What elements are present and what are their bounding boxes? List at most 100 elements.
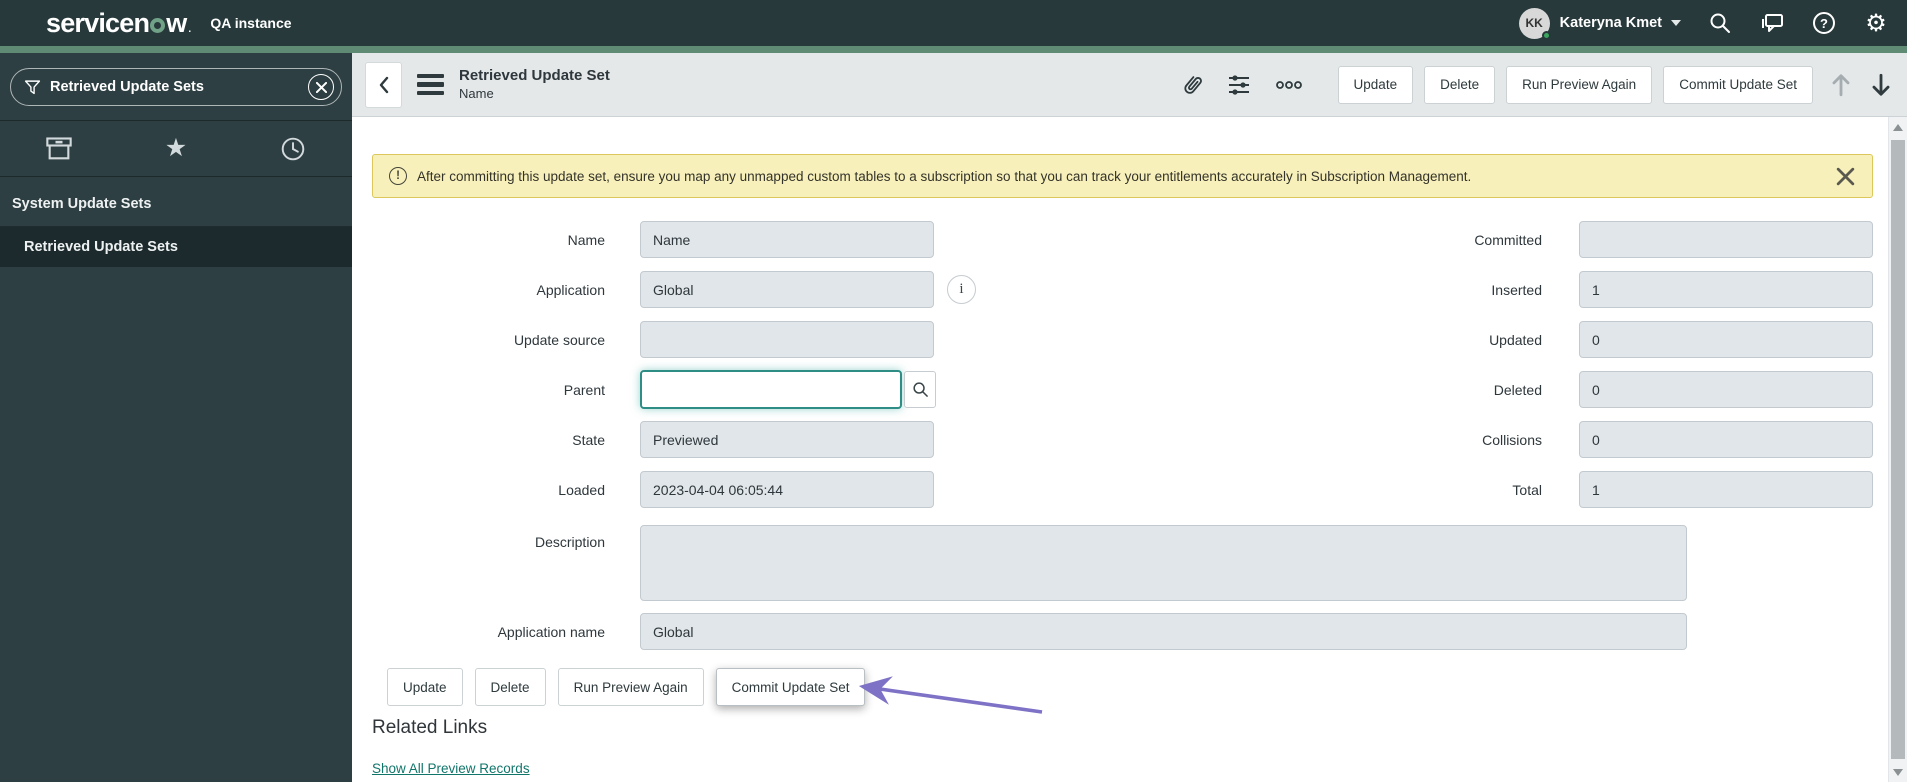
delete-button-bottom[interactable]: Delete bbox=[474, 668, 546, 706]
application-name-field bbox=[640, 613, 1687, 650]
updated-field bbox=[1579, 321, 1873, 358]
delete-button[interactable]: Delete bbox=[1424, 65, 1496, 104]
close-icon bbox=[315, 81, 327, 93]
filter-input[interactable] bbox=[50, 79, 308, 95]
update-button-bottom[interactable]: Update bbox=[387, 668, 463, 706]
committed-label: Committed bbox=[1474, 231, 1542, 248]
arrow-down-icon bbox=[1872, 73, 1890, 96]
scrollbar-thumb[interactable] bbox=[1891, 140, 1905, 759]
scrollbar-up-button[interactable] bbox=[1889, 117, 1907, 137]
record-subtitle: Name bbox=[459, 85, 494, 101]
banner-close-button[interactable] bbox=[1835, 166, 1856, 187]
funnel-icon bbox=[24, 79, 41, 94]
attachments-button[interactable] bbox=[1181, 73, 1203, 97]
show-all-preview-records-link[interactable]: Show All Preview Records bbox=[372, 761, 530, 776]
inserted-field bbox=[1579, 271, 1873, 308]
sidebar: ★ System Update Sets Retrieved Update Se… bbox=[0, 53, 352, 782]
next-record-button[interactable] bbox=[1869, 72, 1893, 98]
state-field bbox=[640, 421, 934, 458]
user-name[interactable]: Kateryna Kmet bbox=[1560, 15, 1662, 31]
field-row-application: Application i Inserted bbox=[372, 271, 1873, 308]
run-preview-again-button-bottom[interactable]: Run Preview Again bbox=[557, 668, 704, 706]
parent-label: Parent bbox=[563, 381, 605, 398]
field-row-application-name: Application name bbox=[372, 613, 1873, 650]
more-options-button[interactable] bbox=[1275, 80, 1303, 90]
more-options-icon bbox=[1275, 80, 1302, 89]
app-window: servicen w. QA instance KK Kateryna Kmet … bbox=[0, 0, 1907, 782]
updated-label: Updated bbox=[1489, 331, 1542, 348]
clear-filter-button[interactable] bbox=[308, 74, 334, 100]
form-header-bar: Retrieved Update Set Name Update Delete … bbox=[352, 53, 1907, 117]
related-links-heading: Related Links bbox=[372, 717, 488, 738]
logo-tm-dot: . bbox=[188, 23, 191, 35]
accent-stripe bbox=[0, 46, 1907, 53]
tab-favorites[interactable]: ★ bbox=[117, 121, 234, 176]
navigator-filter bbox=[10, 68, 342, 106]
close-icon bbox=[1836, 167, 1855, 185]
commit-update-set-button[interactable]: Commit Update Set bbox=[1663, 65, 1813, 104]
inserted-label: Inserted bbox=[1491, 281, 1542, 298]
field-row-update-source: Update source Updated bbox=[372, 321, 1873, 358]
header-right-cluster: KK Kateryna Kmet ? ⚙ bbox=[1518, 7, 1889, 40]
presence-dot-icon bbox=[1541, 30, 1551, 40]
search-icon bbox=[1710, 13, 1730, 33]
field-row-name: Name Committed bbox=[372, 221, 1873, 258]
total-label: Total bbox=[1512, 481, 1542, 498]
application-label: Application bbox=[536, 281, 606, 298]
settings-button[interactable]: ⚙ bbox=[1863, 10, 1889, 36]
alert-icon: ! bbox=[389, 167, 407, 185]
application-info-button[interactable]: i bbox=[947, 275, 976, 304]
sliders-icon bbox=[1228, 74, 1249, 95]
triangle-up-icon bbox=[1893, 123, 1903, 131]
previous-record-button bbox=[1829, 72, 1853, 98]
vertical-scrollbar[interactable] bbox=[1888, 117, 1907, 782]
collisions-field bbox=[1579, 421, 1873, 458]
avatar-initials: KK bbox=[1525, 16, 1543, 30]
field-row-loaded: Loaded Total bbox=[372, 471, 1873, 508]
back-button[interactable] bbox=[365, 61, 402, 108]
triangle-down-icon bbox=[1893, 768, 1903, 776]
collisions-label: Collisions bbox=[1482, 431, 1542, 448]
warning-text: After committing this update set, ensure… bbox=[417, 168, 1472, 184]
record-title-block: Retrieved Update Set Name bbox=[459, 67, 610, 102]
application-field bbox=[640, 271, 934, 308]
run-preview-again-button[interactable]: Run Preview Again bbox=[1506, 65, 1653, 104]
name-label: Name bbox=[567, 231, 605, 248]
warning-banner: ! After committing this update set, ensu… bbox=[372, 154, 1873, 198]
total-field bbox=[1579, 471, 1873, 508]
avatar[interactable]: KK bbox=[1518, 7, 1551, 40]
state-label: State bbox=[572, 431, 605, 448]
field-row-parent: Parent Deleted bbox=[372, 370, 1873, 409]
update-source-field bbox=[640, 321, 934, 358]
sidebar-item-retrieved-update-sets[interactable]: Retrieved Update Sets bbox=[0, 227, 352, 267]
tab-all-applications[interactable] bbox=[0, 121, 117, 176]
commit-update-set-button-bottom[interactable]: Commit Update Set bbox=[715, 668, 866, 706]
hamburger-icon bbox=[417, 73, 444, 79]
scrollbar-down-button[interactable] bbox=[1889, 762, 1907, 782]
parent-field[interactable] bbox=[640, 370, 902, 409]
paperclip-icon bbox=[1183, 75, 1202, 94]
form-context-menu-button[interactable] bbox=[417, 73, 444, 96]
gear-icon: ⚙ bbox=[1865, 9, 1887, 37]
loaded-label: Loaded bbox=[558, 481, 605, 498]
parent-lookup-button[interactable] bbox=[904, 371, 936, 408]
field-row-description: Description bbox=[372, 525, 1873, 601]
servicenow-logo: servicen w. bbox=[46, 8, 191, 39]
chevron-left-icon bbox=[379, 76, 388, 93]
personalize-form-button[interactable] bbox=[1227, 74, 1251, 96]
update-button[interactable]: Update bbox=[1337, 65, 1414, 104]
description-field bbox=[640, 525, 1687, 601]
instance-label: QA instance bbox=[210, 15, 292, 31]
chat-icon bbox=[1762, 14, 1783, 32]
form-content: ! After committing this update set, ensu… bbox=[352, 117, 1888, 782]
tab-history[interactable] bbox=[235, 121, 352, 176]
chevron-down-icon[interactable] bbox=[1671, 20, 1681, 26]
name-field bbox=[640, 221, 934, 258]
search-icon bbox=[912, 382, 928, 397]
help-button[interactable]: ? bbox=[1811, 10, 1837, 36]
top-header: servicen w. QA instance KK Kateryna Kmet … bbox=[0, 0, 1907, 46]
conversations-button[interactable] bbox=[1759, 10, 1785, 36]
help-icon: ? bbox=[1813, 12, 1835, 34]
deleted-field bbox=[1579, 371, 1873, 408]
global-search-button[interactable] bbox=[1707, 10, 1733, 36]
